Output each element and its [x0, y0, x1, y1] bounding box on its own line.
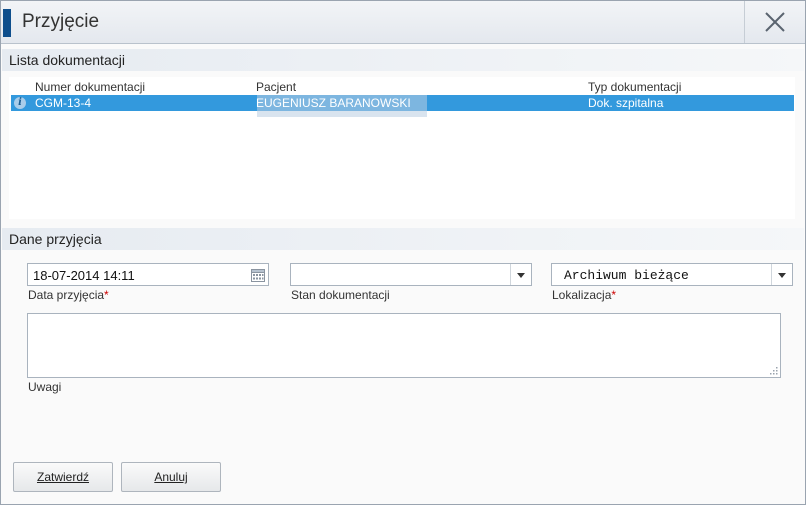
admission-dialog: Przyjęcie Lista dokumentacji Numer dokum…: [0, 0, 806, 505]
row-patient: EUGENIUSZ BARANOWSKI: [256, 96, 411, 110]
row-type: Dok. szpitalna: [588, 96, 664, 110]
location-value: Archiwum bieżące: [564, 268, 689, 283]
calendar-icon[interactable]: [251, 268, 265, 282]
close-icon: [765, 12, 785, 32]
admission-section-title: Dane przyjęcia: [2, 228, 804, 250]
title-bar: Przyjęcie: [1, 1, 805, 44]
title-accent-bar: [3, 9, 11, 37]
notes-textarea[interactable]: [27, 313, 781, 378]
cancel-button[interactable]: Anuluj: [121, 462, 221, 492]
row-number: CGM-13-4: [35, 96, 92, 110]
chevron-down-icon[interactable]: [771, 264, 792, 285]
documents-list: Numer dokumentacji Pacjent Typ dokumenta…: [9, 77, 795, 219]
documents-section-title: Lista dokumentacji: [2, 49, 804, 71]
close-button[interactable]: [744, 1, 805, 43]
table-row[interactable]: i CGM-13-4 EUGENIUSZ BARANOWSKI Dok. szp…: [11, 95, 794, 117]
column-header-patient: Pacjent: [256, 80, 297, 94]
documents-list-header: Numer dokumentacji Pacjent Typ dokumenta…: [9, 80, 795, 94]
resize-handle-icon[interactable]: [768, 365, 778, 375]
documentation-status-select[interactable]: [290, 263, 532, 286]
info-icon: i: [14, 97, 26, 109]
location-label: Lokalizacja*: [552, 288, 617, 302]
dialog-title: Przyjęcie: [22, 11, 100, 32]
column-header-number: Numer dokumentacji: [35, 80, 146, 94]
column-header-type: Typ dokumentacji: [588, 80, 682, 94]
notes-label: Uwagi: [28, 380, 62, 394]
admission-date-label: Data przyjęcia*: [28, 288, 109, 302]
confirm-button[interactable]: Zatwierdź: [13, 462, 113, 492]
chevron-down-icon[interactable]: [510, 264, 531, 285]
admission-date-field[interactable]: 18-07-2014 14:11: [27, 263, 269, 286]
admission-date-value: 18-07-2014 14:11: [33, 268, 135, 283]
location-select[interactable]: Archiwum bieżące: [551, 263, 793, 286]
documentation-status-label: Stan dokumentacji: [291, 288, 390, 302]
